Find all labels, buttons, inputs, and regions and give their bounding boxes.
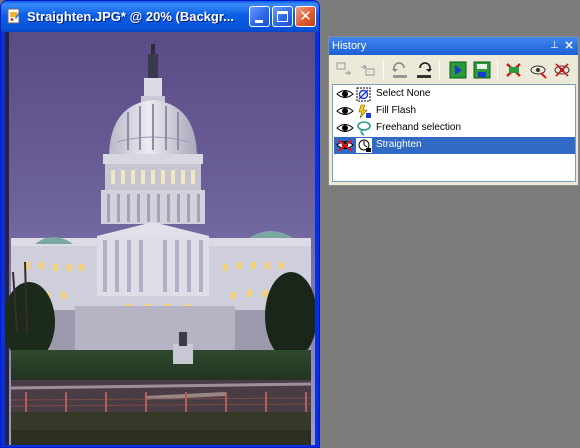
- freehand-selection-icon: [357, 121, 371, 136]
- undo-icon[interactable]: [389, 59, 411, 81]
- empty-command-icon[interactable]: [527, 59, 549, 81]
- maximize-icon: [277, 11, 288, 22]
- history-list[interactable]: Select None Fill Flash Freehand selectio…: [332, 84, 576, 182]
- close-button[interactable]: ✕: [295, 6, 316, 27]
- history-toolbar: [331, 57, 576, 82]
- pin-icon[interactable]: ⊥: [550, 40, 559, 51]
- toolbar-separator: [439, 61, 440, 79]
- straighten-icon: [356, 138, 372, 153]
- redo-to-icon[interactable]: [357, 59, 379, 81]
- minimize-icon: [255, 20, 263, 23]
- history-item-label: Fill Flash: [376, 105, 417, 116]
- toolbar-separator: [383, 61, 384, 79]
- history-item-select-none[interactable]: Select None: [334, 86, 575, 103]
- history-palette[interactable]: History ⊥ × Select None Fill Flash Freeh…: [328, 36, 579, 186]
- visibility-eye-icon[interactable]: [336, 121, 354, 136]
- history-item-label: Select None: [376, 88, 431, 99]
- delete-history-icon[interactable]: [551, 59, 573, 81]
- select-none-icon: [356, 87, 371, 102]
- visibility-hidden-eye-icon[interactable]: [336, 138, 354, 153]
- quickscript-play-icon[interactable]: [447, 59, 469, 81]
- history-item-label: Freehand selection: [376, 122, 462, 133]
- history-title: History: [332, 40, 367, 52]
- history-item-straighten[interactable]: Straighten: [334, 137, 575, 154]
- clear-history-icon[interactable]: [503, 59, 525, 81]
- document-title-bar[interactable]: Straighten.JPG* @ 20% (Backgr... ✕: [1, 1, 319, 32]
- toolbar-separator: [497, 61, 498, 79]
- history-item-label: Straighten: [376, 139, 422, 150]
- document-title: Straighten.JPG* @ 20% (Backgr...: [27, 9, 235, 24]
- fill-flash-icon: [358, 104, 371, 119]
- save-quickscript-icon[interactable]: [471, 59, 493, 81]
- history-item-freehand-selection[interactable]: Freehand selection: [334, 120, 575, 137]
- maximize-button[interactable]: [272, 6, 293, 27]
- visibility-eye-icon[interactable]: [336, 104, 354, 119]
- minimize-button[interactable]: [249, 6, 270, 27]
- history-title-bar[interactable]: History ⊥ ×: [329, 37, 578, 55]
- close-icon: ✕: [299, 7, 312, 25]
- history-item-fill-flash[interactable]: Fill Flash: [334, 103, 575, 120]
- undo-to-icon[interactable]: [333, 59, 355, 81]
- image-document-window[interactable]: Straighten.JPG* @ 20% (Backgr... ✕: [0, 0, 320, 448]
- image-canvas[interactable]: [5, 32, 315, 445]
- visibility-eye-icon[interactable]: [336, 87, 354, 102]
- redo-icon[interactable]: [413, 59, 435, 81]
- paint-document-icon: [7, 8, 20, 24]
- capitol-photo: [5, 32, 315, 445]
- close-palette-icon[interactable]: ×: [564, 38, 574, 52]
